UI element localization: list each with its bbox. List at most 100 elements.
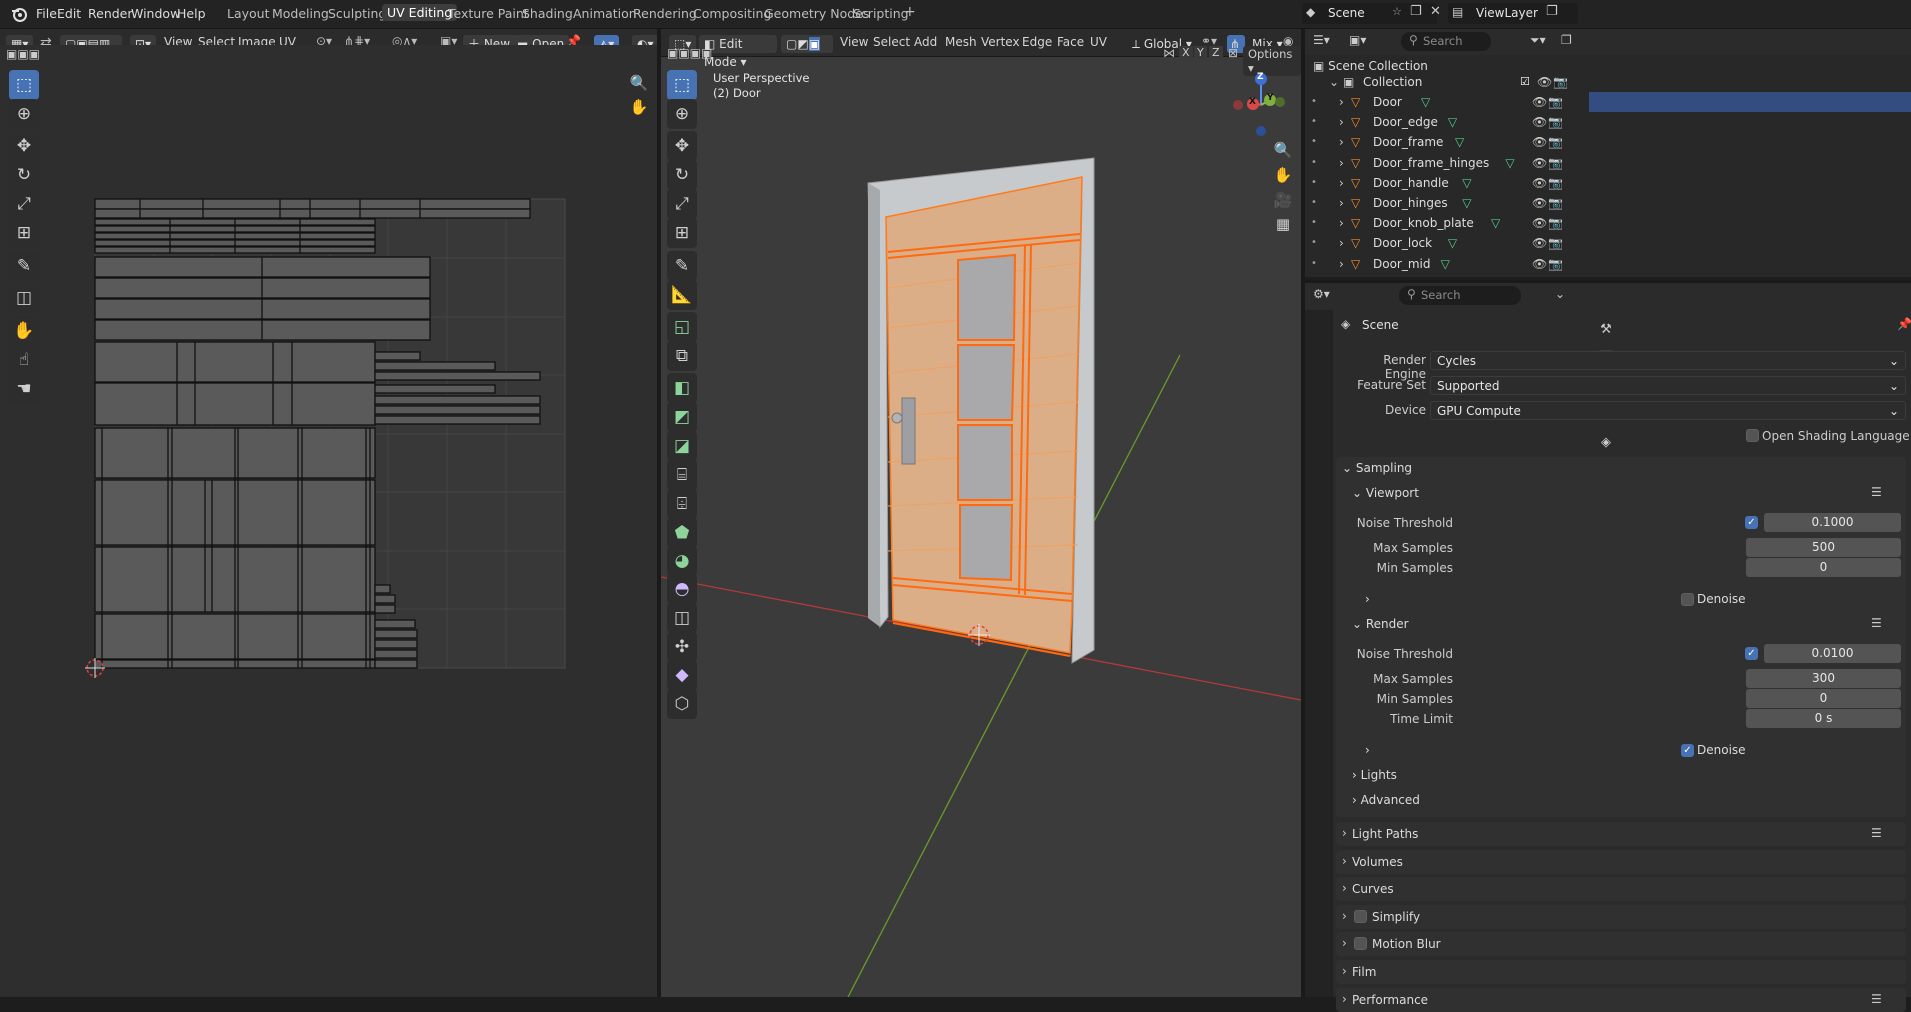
blender-logo-icon[interactable] [10, 5, 28, 23]
mesh-data-icon[interactable]: ▽ [1505, 153, 1514, 173]
tab-layout[interactable]: Layout [227, 6, 270, 21]
vp-noise-checkbox[interactable]: ✓ [1745, 516, 1758, 529]
vp-zoom-icon[interactable]: 🔍 [1270, 137, 1296, 163]
tab-uv-editing[interactable]: UV Editing [382, 4, 458, 21]
tab-compositing[interactable]: Compositing [693, 6, 771, 21]
mesh-data-icon[interactable]: ▽ [1448, 233, 1457, 253]
vp-rotate-tool[interactable]: ↻ [667, 160, 697, 190]
transform-tool[interactable]: ⊞ [9, 218, 39, 248]
collection-checkbox[interactable]: ☑ [1520, 72, 1530, 92]
edge-slide-tool[interactable]: ◫ [667, 603, 697, 633]
render-camera-icon[interactable]: 📷 [1548, 193, 1563, 213]
knife-tool[interactable]: ⌸ [667, 460, 697, 490]
properties-editor-type-icon[interactable]: ⚙▾ [1313, 287, 1330, 301]
visibility-eye-icon[interactable]: 👁 [1532, 132, 1547, 152]
mirror-z-button[interactable]: Z [1209, 46, 1223, 59]
collapsed-panel-curves[interactable]: › Curves [1336, 877, 1906, 902]
vp-denoise-header[interactable]: › [1365, 592, 1370, 606]
device-dropdown[interactable]: GPU Compute ⌄ [1430, 401, 1906, 420]
visibility-eye-icon[interactable]: 👁 [1532, 153, 1547, 173]
props-options-icon[interactable]: ⌄ [1555, 287, 1565, 301]
vp-denoise-checkbox[interactable] [1681, 593, 1694, 606]
r-noise-checkbox[interactable]: ✓ [1745, 647, 1758, 660]
tab-modeling[interactable]: Modeling [272, 6, 329, 21]
menu-edit[interactable]: Edit [57, 6, 81, 21]
add-workspace-button[interactable]: + [904, 4, 916, 20]
props-pin-icon[interactable]: 📌 [1897, 317, 1911, 331]
render-camera-icon[interactable]: 📷 [1548, 233, 1563, 253]
expand-arrow-icon[interactable]: › [1339, 112, 1344, 132]
inset-faces-tool[interactable]: ◧ [667, 373, 697, 403]
mesh-data-icon[interactable]: ▽ [1441, 254, 1450, 274]
render-camera-icon[interactable]: 📷 [1548, 112, 1563, 132]
tool-tab-icon[interactable]: ⚒ [1598, 322, 1614, 338]
visibility-eye-icon[interactable]: 👁 [1532, 193, 1547, 213]
visibility-eye-icon[interactable]: 👁 [1532, 173, 1547, 193]
render-camera-icon[interactable]: 📷 [1548, 254, 1563, 274]
rotate-tool[interactable]: ↻ [9, 160, 39, 190]
new-viewlayer-icon[interactable]: ❐ [1546, 4, 1558, 19]
mirror-y-button[interactable]: Y [1194, 46, 1207, 59]
mesh-data-icon[interactable]: ▽ [1491, 213, 1500, 233]
vp-pan-icon[interactable]: ✋ [1270, 162, 1296, 188]
render-camera-icon[interactable]: 📷 [1548, 92, 1563, 112]
visibility-eye-icon[interactable]: 👁 [1537, 72, 1552, 92]
sampling-header[interactable]: ⌄ Sampling [1342, 461, 1412, 475]
navigation-gizmo[interactable]: Z Y X [1226, 70, 1296, 140]
visibility-eye-icon[interactable]: 👁 [1532, 112, 1547, 132]
r-max-field[interactable]: 300 [1746, 669, 1901, 688]
render-camera-icon[interactable]: 📷 [1548, 173, 1563, 193]
collection-expand-icon[interactable]: ⌄ [1329, 72, 1339, 92]
render-camera-icon[interactable]: 📷 [1553, 72, 1568, 92]
visibility-eye-icon[interactable]: 👁 [1532, 92, 1547, 112]
spin-tool[interactable]: ◕ [667, 546, 697, 576]
scale-tool[interactable]: ⤢ [9, 189, 39, 219]
tab-rendering[interactable]: Rendering [633, 6, 697, 21]
collapsed-panel-motion-blur[interactable]: › Motion Blur [1336, 932, 1906, 957]
collapsed-panel-volumes[interactable]: › Volumes [1336, 849, 1906, 874]
delete-scene-icon[interactable]: ✕ [1430, 4, 1441, 19]
r-denoise-checkbox[interactable]: ✓ [1681, 744, 1694, 757]
vp-move-tool[interactable]: ✥ [667, 131, 697, 161]
vp-cursor-tool[interactable]: ⊕ [667, 99, 697, 129]
vp-min-field[interactable]: 0 [1746, 558, 1901, 577]
outliner-object-row[interactable]: • › ▽ Door_edge ▽ 👁 📷 [1311, 112, 1911, 132]
outliner-search[interactable]: ⚲ Search [1401, 32, 1491, 51]
menu-file[interactable]: File [36, 6, 57, 21]
expand-arrow-icon[interactable]: › [1339, 132, 1344, 152]
tab-animation[interactable]: Animation [573, 6, 637, 21]
expand-arrow-icon[interactable]: › [1339, 92, 1344, 112]
expand-arrow-icon[interactable]: › [1339, 213, 1344, 233]
presets-list-icon[interactable]: ☰ [1871, 992, 1882, 1006]
outliner-object-row[interactable]: • › ▽ Door_lock ▽ 👁 📷 [1311, 233, 1911, 253]
render-subpanel-header[interactable]: ⌄ Render [1352, 617, 1409, 631]
panel-enable-checkbox[interactable] [1354, 937, 1367, 951]
vp-noise-field[interactable]: 0.1000 [1764, 513, 1901, 532]
viewlayer-selector[interactable]: ▤ ViewLayer [1448, 3, 1578, 24]
expand-arrow-icon[interactable]: › [1339, 193, 1344, 213]
tab-shading[interactable]: Shading [522, 6, 573, 21]
expand-arrow-icon[interactable]: › [1339, 153, 1344, 173]
menu-window[interactable]: Window [131, 6, 180, 21]
select-mode-icons[interactable]: ▣▣▣ [6, 47, 40, 61]
scene-tab-icon[interactable]: ◈ [1598, 435, 1614, 451]
collection-row[interactable]: ⌄ ▣ Collection ☑ 👁 📷 [1305, 72, 1627, 92]
vp-scale-tool[interactable]: ⤢ [667, 189, 697, 219]
mesh-data-icon[interactable]: ▽ [1462, 173, 1471, 193]
measure-tool[interactable]: 📐 [667, 280, 697, 310]
shrink-fatten-tool[interactable]: ✣ [667, 632, 697, 662]
collapsed-panel-film[interactable]: › Film [1336, 960, 1906, 984]
vp-annotate-tool[interactable]: ✎ [667, 251, 697, 281]
tab-scripting[interactable]: Scripting [853, 6, 909, 21]
smooth-tool[interactable]: ◓ [667, 574, 697, 604]
render-presets-icon[interactable]: ☰ [1871, 616, 1882, 630]
new-scene-icon[interactable]: ❐ [1410, 4, 1422, 19]
presets-list-icon[interactable]: ☰ [1871, 485, 1882, 499]
pan-hand-icon[interactable]: ✋ [626, 94, 652, 120]
panel-enable-checkbox[interactable] [1354, 909, 1367, 923]
render-camera-icon[interactable]: 📷 [1548, 153, 1563, 173]
collapsed-panel-performance[interactable]: › Performance ☰ [1336, 987, 1906, 1012]
r-time-field[interactable]: 0 s [1746, 709, 1901, 728]
shear-tool[interactable]: ◆ [667, 660, 697, 690]
viewport-subpanel-header[interactable]: ⌄ Viewport [1352, 486, 1419, 500]
